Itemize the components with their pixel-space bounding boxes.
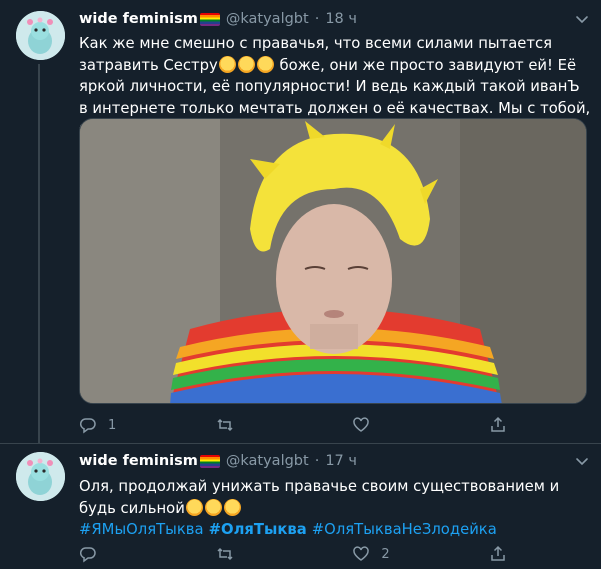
share-icon: [491, 545, 505, 561]
separator: ·: [314, 453, 320, 469]
reply-count: 1: [108, 417, 117, 433]
author-handle[interactable]: @katyalgbt: [226, 11, 309, 27]
tweet-text: Оля, продолжай унижать правачье своим су…: [79, 476, 591, 541]
tweet-text-part: Оля, продолжай унижать правачье своим су…: [79, 478, 560, 517]
hashtag-link[interactable]: #ОляТыкваНеЗлодейка: [312, 521, 497, 538]
reply-icon: [79, 418, 96, 434]
tweet-actions: 1: [79, 415, 519, 435]
share-button[interactable]: [489, 544, 519, 564]
heart-icon: [353, 417, 370, 432]
tweet-header: wide feminism @katyalgbt · 18 ч: [79, 9, 357, 29]
timestamp[interactable]: 17 ч: [325, 453, 357, 469]
video-frame-image: [80, 119, 586, 403]
like-button[interactable]: [352, 415, 462, 435]
rainbow-flag-icon: [199, 12, 220, 26]
tweet-video[interactable]: [79, 118, 587, 404]
smiling-emoji-icon: [185, 498, 203, 516]
thread-connector-line: [38, 64, 40, 444]
laughing-emoji-icon: [237, 55, 255, 73]
tweet-actions: 2: [79, 544, 519, 564]
hashtag-link[interactable]: #ОляТыква: [209, 521, 307, 538]
like-count: 2: [381, 546, 390, 562]
separator: ·: [314, 11, 320, 27]
author-name[interactable]: wide feminism: [79, 453, 198, 469]
hashtag-list: #ЯМыОляТыква #ОляТыква #ОляТыкваНеЗлодейка: [79, 519, 591, 541]
share-icon: [491, 416, 505, 432]
laughing-emoji-icon: [256, 55, 274, 73]
retweet-icon: [217, 547, 233, 561]
avatar[interactable]: [16, 452, 65, 501]
tweet-header: wide feminism @katyalgbt · 17 ч: [79, 451, 357, 471]
retweet-icon: [217, 418, 233, 432]
like-button[interactable]: 2: [352, 544, 462, 564]
heart-icon: [353, 546, 370, 561]
retweet-button[interactable]: [216, 415, 326, 435]
reply-button[interactable]: 1: [79, 415, 189, 435]
hashtag-link[interactable]: #ЯМыОляТыква: [79, 521, 204, 538]
reply-button[interactable]: [79, 544, 189, 564]
reply-icon: [79, 547, 96, 563]
tweet[interactable]: wide feminism @katyalgbt · 17 ч Оля, про…: [0, 444, 601, 569]
avatar[interactable]: [16, 11, 65, 60]
retweet-button[interactable]: [216, 544, 326, 564]
share-button[interactable]: [489, 415, 519, 435]
author-name[interactable]: wide feminism: [79, 11, 198, 27]
laughing-emoji-icon: [218, 55, 236, 73]
tweet-text-body: Оля, продолжай унижать правачье своим су…: [79, 476, 591, 519]
chevron-down-icon[interactable]: [575, 454, 589, 468]
author-handle[interactable]: @katyalgbt: [226, 453, 309, 469]
timestamp[interactable]: 18 ч: [325, 11, 357, 27]
smiling-emoji-icon: [223, 498, 241, 516]
tweet[interactable]: wide feminism @katyalgbt · 18 ч Как же м…: [0, 0, 601, 444]
rainbow-flag-icon: [199, 454, 220, 468]
chevron-down-icon[interactable]: [575, 12, 589, 26]
smiling-emoji-icon: [204, 498, 222, 516]
